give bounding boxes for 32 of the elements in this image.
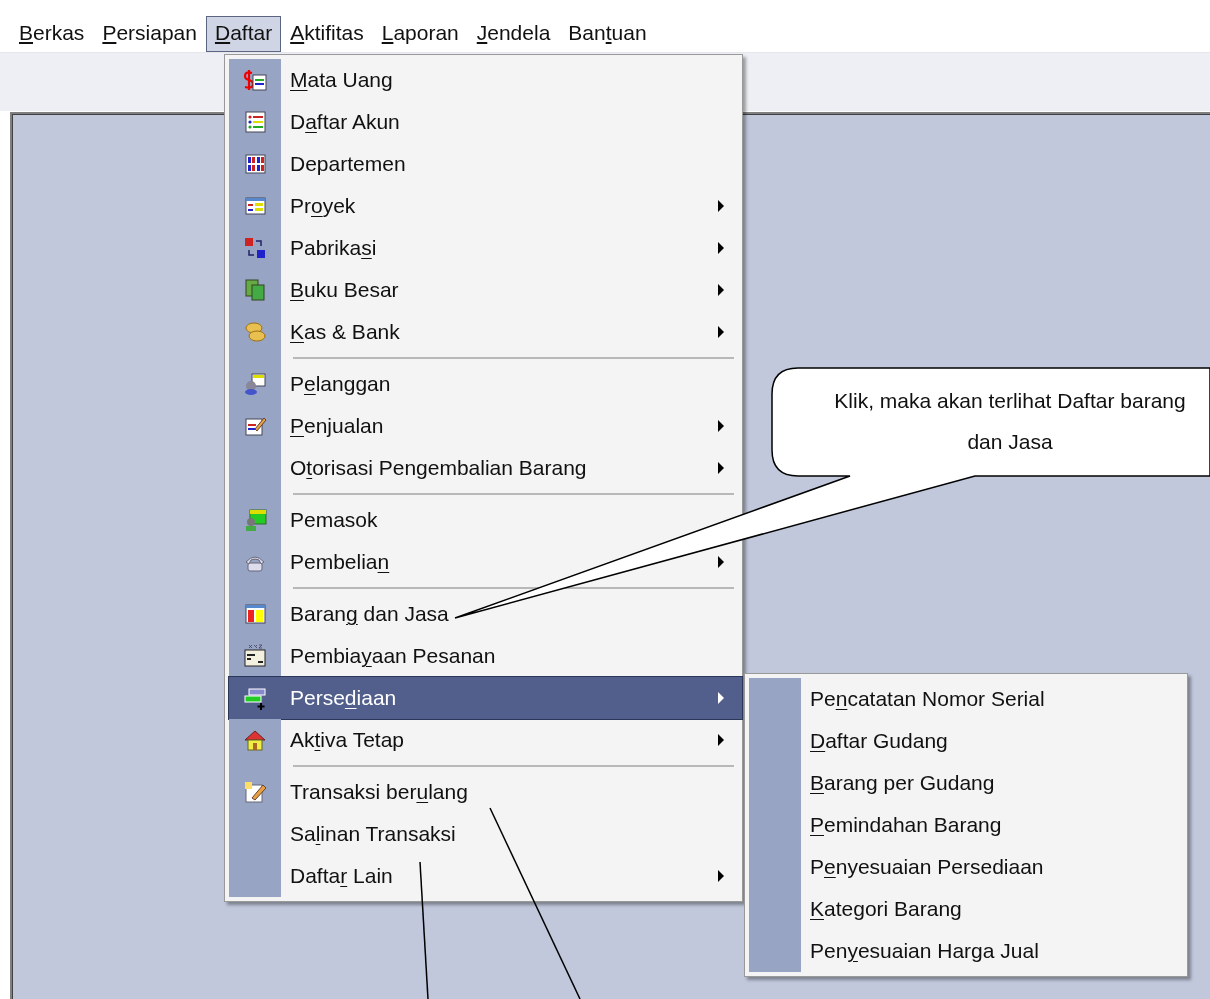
- menu-item[interactable]: Proyek: [229, 185, 742, 227]
- menu-item[interactable]: Daftar Gudang: [749, 720, 1187, 762]
- menu-item[interactable]: Aktiva Tetap: [229, 719, 742, 761]
- menu-item[interactable]: Daftar Akun: [229, 101, 742, 143]
- menu-item[interactable]: Kategori Barang: [749, 888, 1187, 930]
- callout-text: Klik, maka akan terlihat Daftar barang dan Jasa: [833, 388, 1187, 455]
- menu-item[interactable]: Barang dan Jasa: [229, 593, 742, 635]
- menu-item[interactable]: Departemen: [229, 143, 742, 185]
- menu-item[interactable]: Pabrikasi: [229, 227, 742, 269]
- menu-item[interactable]: Kas & Bank: [229, 311, 742, 353]
- menu-bar-item[interactable]: Berkas: [10, 16, 94, 52]
- menu-bar-item[interactable]: Laporan: [372, 16, 468, 52]
- menu-item[interactable]: Barang per Gudang: [749, 762, 1187, 804]
- menu-bar-item[interactable]: Persiapan: [93, 16, 206, 52]
- menu-item[interactable]: Penjualan: [229, 405, 742, 447]
- menu-item[interactable]: Pelanggan: [229, 363, 742, 405]
- menu-item[interactable]: Mata Uang: [229, 59, 742, 101]
- menu-item[interactable]: Daftar Lain: [229, 855, 742, 897]
- menu-item[interactable]: Buku Besar: [229, 269, 742, 311]
- menu-item[interactable]: Penyesuaian Persediaan: [749, 846, 1187, 888]
- menu-bar-item[interactable]: Aktifitas: [281, 16, 373, 52]
- menu-item[interactable]: Pembiayaan Pesanan: [229, 635, 742, 677]
- menu-item[interactable]: Salinan Transaksi: [229, 813, 742, 855]
- menu-item[interactable]: Otorisasi Pengembalian Barang: [229, 447, 742, 489]
- menu-item[interactable]: Pemindahan Barang: [749, 804, 1187, 846]
- menu-item[interactable]: Pencatatan Nomor Serial: [749, 678, 1187, 720]
- menu-item[interactable]: Transaksi berulang: [229, 771, 742, 813]
- menu-bar-item[interactable]: Bantuan: [559, 16, 656, 52]
- menu-bar-item[interactable]: Jendela: [467, 16, 560, 52]
- menu-item[interactable]: Persediaan: [229, 677, 742, 719]
- menu-bar-item[interactable]: Daftar: [205, 16, 282, 52]
- menu-item[interactable]: Penyesuaian Harga Jual: [749, 930, 1187, 972]
